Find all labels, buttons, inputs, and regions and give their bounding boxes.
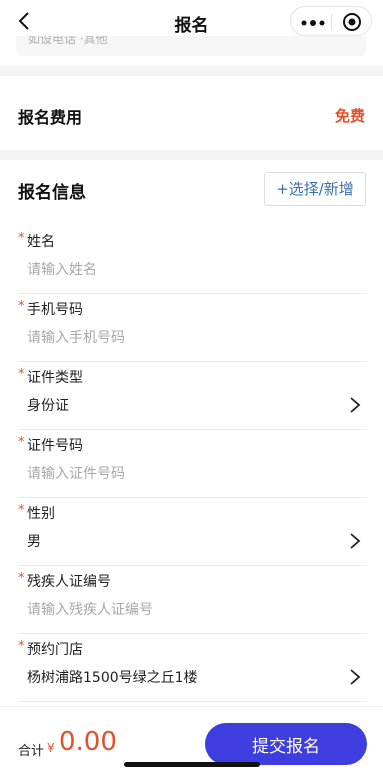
home-indicator xyxy=(124,762,260,767)
section-gap xyxy=(0,150,383,160)
field-name[interactable]: * 姓名 请输入姓名 xyxy=(18,226,367,294)
field-id-type[interactable]: * 证件类型 身份证 xyxy=(18,362,367,430)
fee-section: 报名费用 免费 xyxy=(0,76,383,152)
field-phone[interactable]: * 手机号码 请输入手机号码 xyxy=(18,294,367,362)
section-gap xyxy=(0,66,383,76)
required-mark: * xyxy=(18,639,25,654)
info-title: 报名信息 xyxy=(18,183,86,203)
field-label: 性别 xyxy=(27,506,55,522)
field-label: 证件类型 xyxy=(27,370,83,386)
chevron-right-icon[interactable] xyxy=(349,668,361,686)
field-id-number[interactable]: * 证件号码 请输入证件号码 xyxy=(18,430,367,498)
total-amount: 0.00 xyxy=(59,727,117,757)
field-label: 证件号码 xyxy=(27,438,83,454)
required-mark: * xyxy=(18,503,25,518)
id-number-input[interactable]: 请输入证件号码 xyxy=(27,463,125,483)
required-mark: * xyxy=(18,231,25,246)
currency-symbol: ¥ xyxy=(47,741,55,755)
field-label: 手机号码 xyxy=(27,302,83,318)
gender-select[interactable]: 男 xyxy=(27,531,41,551)
field-store[interactable]: * 预约门店 杨树浦路1500号绿之丘1楼 xyxy=(18,634,367,702)
more-dots-icon[interactable] xyxy=(301,20,325,26)
select-or-add-button[interactable]: +选择/新增 xyxy=(264,172,366,206)
field-label: 预约门店 xyxy=(27,642,83,658)
required-mark: * xyxy=(18,435,25,450)
disability-cert-input[interactable]: 请输入残疾人证编号 xyxy=(27,599,153,619)
field-label: 残疾人证编号 xyxy=(27,574,111,590)
name-input[interactable]: 请输入姓名 xyxy=(27,259,97,279)
card-text: 如设电话 ·其他 xyxy=(28,36,108,46)
fee-value: 免费 xyxy=(334,107,365,125)
submit-button[interactable]: 提交报名 xyxy=(205,723,367,765)
field-gender[interactable]: * 性别 男 xyxy=(18,498,367,566)
target-icon[interactable] xyxy=(342,12,362,32)
fee-label: 报名费用 xyxy=(18,108,83,127)
required-mark: * xyxy=(18,299,25,314)
chevron-right-icon[interactable] xyxy=(349,396,361,414)
field-disability-cert[interactable]: * 残疾人证编号 请输入残疾人证编号 xyxy=(18,566,367,634)
phone-input[interactable]: 请输入手机号码 xyxy=(27,327,125,347)
chevron-right-icon[interactable] xyxy=(349,532,361,550)
mini-program-capsule xyxy=(290,6,372,36)
field-label: 姓名 xyxy=(27,234,55,250)
info-section-header: 报名信息 +选择/新增 xyxy=(0,160,383,222)
total-label: 合计 xyxy=(18,744,45,759)
required-mark: * xyxy=(18,571,25,586)
required-mark: * xyxy=(18,367,25,382)
id-type-select[interactable]: 身份证 xyxy=(27,395,69,415)
previous-card-remnant: 如设电话 ·其他 xyxy=(16,36,366,56)
store-select[interactable]: 杨树浦路1500号绿之丘1楼 xyxy=(27,667,198,687)
capsule-divider xyxy=(331,14,332,30)
